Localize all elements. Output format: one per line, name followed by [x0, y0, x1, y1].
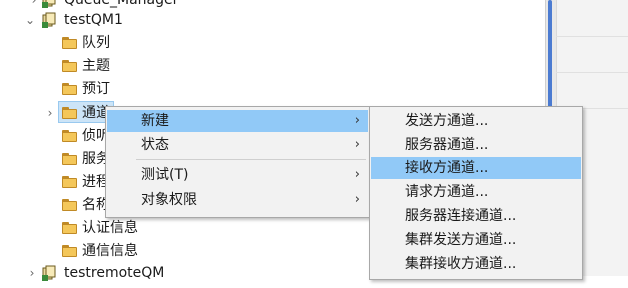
tree-node-listeners[interactable]: 侦听	[60, 125, 110, 147]
folder-icon	[62, 130, 77, 142]
tree-node-processes[interactable]: 进程	[60, 171, 110, 193]
folder-icon	[62, 60, 77, 72]
queue-manager-icon	[42, 0, 58, 8]
tree-node-comminfo[interactable]: 通信信息	[60, 240, 138, 262]
menu-item-cluster-receiver-channel[interactable]: 集群接收方通道...	[371, 253, 581, 275]
menu-item-test[interactable]: 测试(T) ›	[107, 164, 368, 186]
folder-icon	[62, 107, 77, 119]
pane-divider	[556, 36, 628, 37]
tree-node-topics[interactable]: 主题	[60, 55, 110, 77]
tree-node-testremoteqm[interactable]: › testremoteQM	[24, 262, 164, 284]
menu-item-label: 状态	[141, 137, 169, 153]
new-submenu: 发送方通道... 服务器通道... 接收方通道... 请求方通道... 服务器连…	[369, 106, 583, 280]
chevron-right-icon: ›	[354, 137, 360, 152]
tree-node-label: 队列	[82, 35, 110, 51]
chevron-right-icon: ›	[354, 113, 360, 128]
folder-icon	[62, 176, 77, 188]
menu-item-server-channel[interactable]: 服务器通道...	[371, 134, 581, 156]
chevron-right-icon[interactable]: ›	[26, 262, 38, 284]
folder-icon	[62, 37, 77, 49]
tree-node-namelists[interactable]: 名称	[60, 194, 110, 216]
menu-item-label: 集群发送方通道...	[405, 232, 517, 248]
tree-node-label: 认证信息	[82, 220, 138, 236]
menu-item-label: 服务器连接通道...	[405, 208, 517, 224]
menu-item-receiver-channel[interactable]: 接收方通道...	[371, 157, 581, 179]
folder-icon	[62, 222, 77, 234]
menu-item-server-connection-channel[interactable]: 服务器连接通道...	[371, 205, 581, 227]
folder-icon	[62, 245, 77, 257]
tree-node-label: 通信信息	[82, 243, 138, 259]
folder-icon	[62, 83, 77, 95]
menu-item-cluster-sender-channel[interactable]: 集群发送方通道...	[371, 229, 581, 251]
menu-item-sender-channel[interactable]: 发送方通道...	[371, 110, 581, 132]
tree-node-queues[interactable]: 队列	[60, 32, 110, 54]
pane-divider	[556, 72, 628, 73]
folder-icon	[62, 199, 77, 211]
tree-node-label: 预订	[82, 81, 110, 97]
menu-separator	[136, 159, 366, 160]
menu-item-label: 对象权限	[141, 192, 197, 208]
tree-node-testqm1[interactable]: ⌄ testQM1	[24, 9, 123, 31]
queue-manager-icon	[42, 12, 58, 28]
menu-item-label: 发送方通道...	[405, 113, 489, 129]
tree-node-label: 主题	[82, 58, 110, 74]
context-menu: 新建 › 状态 › 测试(T) › 对象权限 ›	[105, 106, 370, 218]
tree-node-services[interactable]: 服务	[60, 148, 110, 170]
menu-item-new[interactable]: 新建 ›	[107, 110, 368, 132]
queue-manager-icon	[42, 265, 58, 281]
menu-item-label: 集群接收方通道...	[405, 256, 517, 272]
folder-icon	[62, 153, 77, 165]
tree-node-label: testQM1	[64, 12, 123, 28]
tree-node-authinfo[interactable]: 认证信息	[60, 217, 138, 239]
menu-item-label: 请求方通道...	[405, 184, 489, 200]
chevron-right-icon: ›	[354, 192, 360, 207]
menu-item-label: 服务器通道...	[405, 137, 489, 153]
menu-item-object-authority[interactable]: 对象权限 ›	[107, 189, 368, 211]
chevron-right-icon: ›	[354, 167, 360, 182]
menu-item-label: 接收方通道...	[405, 160, 489, 176]
tree-node-subscriptions[interactable]: 预订	[60, 78, 110, 100]
chevron-down-icon[interactable]: ⌄	[24, 9, 36, 31]
menu-item-status[interactable]: 状态 ›	[107, 134, 368, 156]
tree-node-label: testremoteQM	[64, 265, 165, 281]
menu-item-requester-channel[interactable]: 请求方通道...	[371, 181, 581, 203]
chevron-right-icon[interactable]: ›	[44, 102, 56, 124]
menu-item-label: 新建	[141, 113, 169, 129]
menu-item-label: 测试(T)	[141, 167, 189, 183]
